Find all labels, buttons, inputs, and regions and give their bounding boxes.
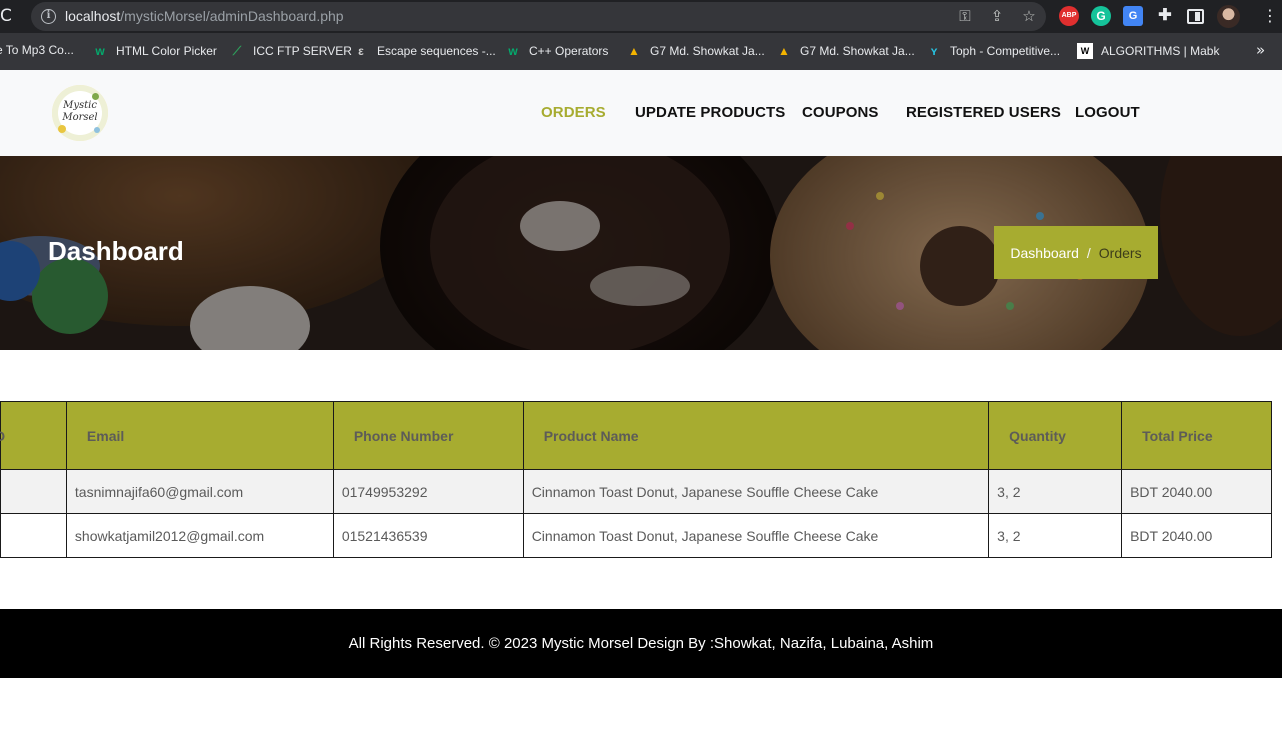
cell-phone: 01749953292	[332, 469, 524, 514]
bookmarks-bar: e To Mp3 Co... w HTML Color Picker ⟋ ICC F…	[0, 33, 1282, 70]
cell-id	[0, 513, 67, 558]
bookmark-label: C++ Operators	[529, 44, 609, 58]
url-path: /mysticMorsel/adminDashboard.php	[120, 8, 344, 24]
logo-text: Mystic Morsel	[52, 100, 108, 124]
hero-banner: Dashboard Dashboard / Orders	[0, 156, 1282, 350]
nav-link-update-products[interactable]: UPDATE PRODUCTS	[635, 104, 785, 121]
w3schools-icon: w	[95, 44, 105, 58]
grammarly-extension-icon[interactable]: G	[1091, 6, 1111, 26]
page-title: Dashboard	[48, 236, 184, 266]
drive-icon: ▲	[628, 44, 640, 58]
profile-avatar[interactable]	[1217, 5, 1240, 28]
feather-icon: ⟋	[232, 44, 242, 58]
address-bar[interactable]: i localhost/mysticMorsel/adminDashboard.…	[31, 2, 1046, 31]
reload-icon[interactable]: C	[0, 6, 18, 26]
logo-text-line: Mystic	[63, 100, 97, 111]
nav-link-coupons[interactable]: COUPONS	[802, 104, 879, 121]
bookmark-label: HTML Color Picker	[116, 44, 217, 58]
translate-extension-icon[interactable]: G	[1123, 6, 1143, 26]
bookmark-item[interactable]: ▲ G7 Md. Showkat Ja...	[626, 43, 765, 59]
column-header-id: D	[0, 401, 67, 470]
logo-flower-decoration	[58, 125, 66, 133]
cell-email: tasnimnajifa60@gmail.com	[65, 469, 334, 514]
bookmark-item[interactable]: ⟋ ICC FTP SERVER	[229, 43, 352, 59]
table-row: showkatjamil2012@gmail.com 01521436539 C…	[0, 513, 1272, 558]
bookmark-label: ALGORITHMS | Mabk	[1101, 44, 1220, 58]
url-text[interactable]: localhost/mysticMorsel/adminDashboard.ph…	[65, 8, 344, 24]
wix-icon: W	[1077, 43, 1093, 59]
column-header-phone: Phone Number	[332, 401, 524, 470]
brand-logo[interactable]: Mystic Morsel	[52, 85, 108, 141]
bookmark-item[interactable]: e To Mp3 Co...	[0, 43, 74, 57]
bookmark-label: Escape sequences -...	[377, 44, 496, 58]
bookmark-label: ICC FTP SERVER	[253, 44, 352, 58]
cell-product: Cinnamon Toast Donut, Japanese Souffle C…	[522, 513, 990, 558]
table-row: tasnimnajifa60@gmail.com 01749953292 Cin…	[0, 469, 1272, 514]
cell-id	[0, 469, 67, 514]
bookmarks-overflow-icon[interactable]: »	[1256, 41, 1265, 59]
browser-toolbar: C i localhost/mysticMorsel/adminDashboar…	[0, 0, 1282, 33]
logo-leaf-decoration	[92, 93, 99, 100]
cell-total: BDT 2040.00	[1121, 513, 1272, 558]
site-footer: All Rights Reserved. © 2023 Mystic Morse…	[0, 609, 1282, 678]
bookmark-label: Toph - Competitive...	[950, 44, 1061, 58]
bookmark-item[interactable]: w HTML Color Picker	[92, 43, 217, 59]
breadcrumb-dashboard-link[interactable]: Dashboard	[1010, 245, 1079, 261]
site-info-icon[interactable]: i	[41, 9, 56, 24]
menu-kebab-icon[interactable]: ⋮	[1262, 6, 1278, 26]
cell-phone: 01521436539	[332, 513, 524, 558]
cell-email: showkatjamil2012@gmail.com	[65, 513, 334, 558]
bookmark-item[interactable]: W ALGORITHMS | Mabk	[1077, 43, 1219, 59]
toph-icon: ʏ	[930, 44, 938, 58]
logo-text-line: Morsel	[62, 112, 98, 123]
breadcrumb: Dashboard / Orders	[994, 226, 1158, 279]
cell-product: Cinnamon Toast Donut, Japanese Souffle C…	[522, 469, 990, 514]
site-navbar: Mystic Morsel ORDERS UPDATE PRODUCTS COUP…	[0, 70, 1282, 156]
w3schools-icon: w	[508, 44, 518, 58]
column-header-total: Total Price	[1121, 401, 1272, 470]
breadcrumb-current: Orders	[1098, 244, 1142, 261]
side-panel-icon[interactable]	[1187, 9, 1204, 24]
column-header-product: Product Name	[522, 401, 990, 470]
copyright-text: All Rights Reserved. © 2023 Mystic Morse…	[348, 635, 934, 652]
adblock-extension-icon[interactable]: ABP	[1059, 6, 1079, 26]
extensions-puzzle-icon[interactable]: ✚	[1155, 6, 1175, 26]
bookmark-item[interactable]: ʏ Toph - Competitive...	[926, 43, 1060, 59]
nav-link-orders[interactable]: ORDERS	[541, 104, 606, 121]
cppreference-icon: ε	[358, 44, 364, 58]
bookmark-item[interactable]: ε Escape sequences -...	[353, 43, 496, 59]
bookmark-label: G7 Md. Showkat Ja...	[650, 44, 765, 58]
bookmark-item[interactable]: w C++ Operators	[505, 43, 608, 59]
key-icon[interactable]: ⚿	[956, 6, 974, 26]
bookmark-label: e To Mp3 Co...	[0, 43, 74, 57]
logo-flower-decoration	[94, 127, 100, 133]
column-header-quantity: Quantity	[988, 401, 1123, 470]
nav-link-registered-users[interactable]: REGISTERED USERS	[906, 104, 1061, 121]
star-icon[interactable]: ☆	[1020, 6, 1038, 26]
breadcrumb-separator: /	[1086, 244, 1091, 261]
bookmark-label: G7 Md. Showkat Ja...	[800, 44, 915, 58]
cell-total: BDT 2040.00	[1121, 469, 1272, 514]
nav-link-logout[interactable]: LOGOUT	[1075, 104, 1140, 121]
cell-quantity: 3, 2	[988, 513, 1123, 558]
cell-quantity: 3, 2	[988, 469, 1123, 514]
column-header-email: Email	[65, 401, 334, 470]
url-host: localhost	[65, 8, 121, 24]
share-icon[interactable]: ⇪	[988, 6, 1006, 26]
drive-icon: ▲	[778, 44, 790, 58]
bookmark-item[interactable]: ▲ G7 Md. Showkat Ja...	[776, 43, 915, 59]
omnibox-actions: ⚿ ⇪ ☆	[956, 6, 1038, 26]
table-header-row: D Email Phone Number Product Name Quanti…	[0, 401, 1272, 470]
orders-table: D Email Phone Number Product Name Quanti…	[0, 401, 1272, 558]
